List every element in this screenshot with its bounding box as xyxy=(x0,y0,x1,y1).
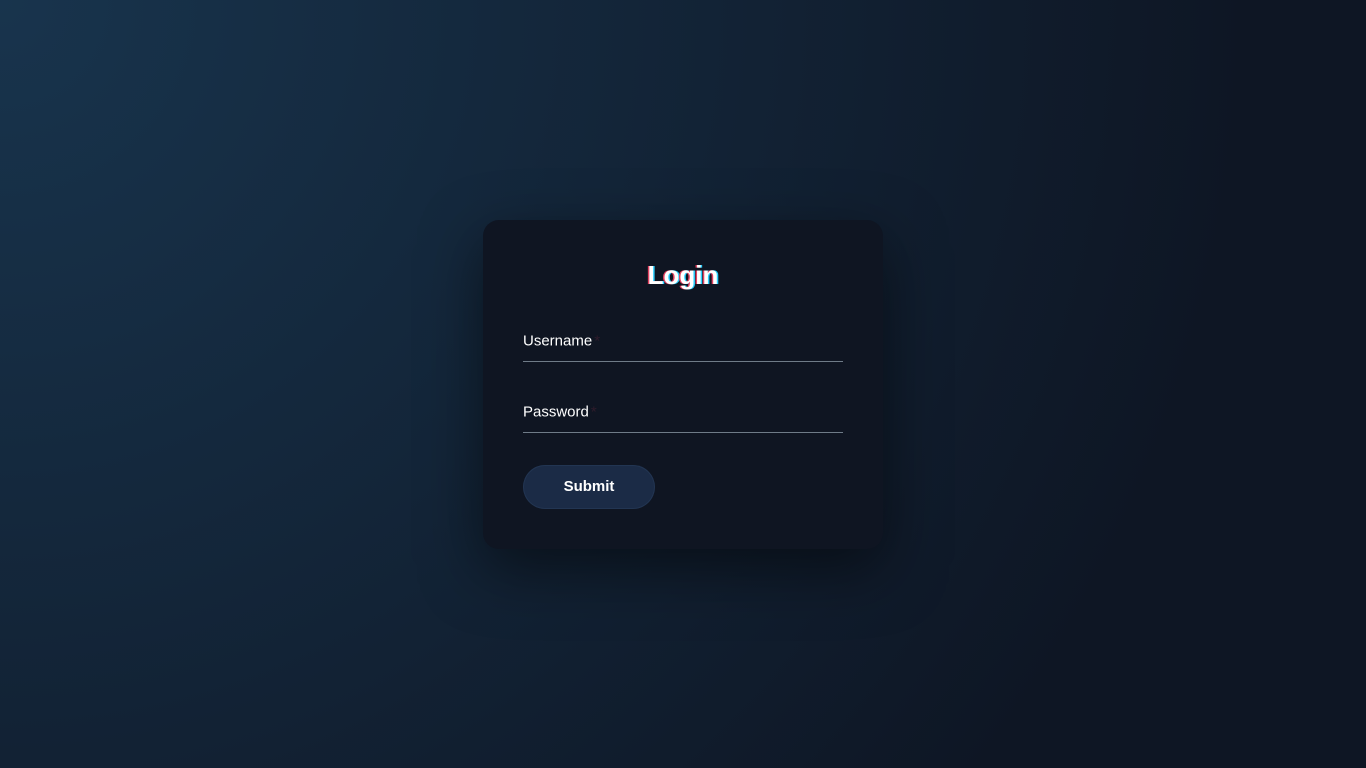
submit-button[interactable]: Submit xyxy=(523,465,655,509)
username-field-wrapper: Username* xyxy=(523,321,843,362)
password-field-wrapper: Password* xyxy=(523,392,843,433)
username-input[interactable] xyxy=(523,321,843,361)
password-input[interactable] xyxy=(523,392,843,432)
login-title: Login xyxy=(523,260,843,291)
login-card: Login Username* Password* Submit xyxy=(483,220,883,549)
